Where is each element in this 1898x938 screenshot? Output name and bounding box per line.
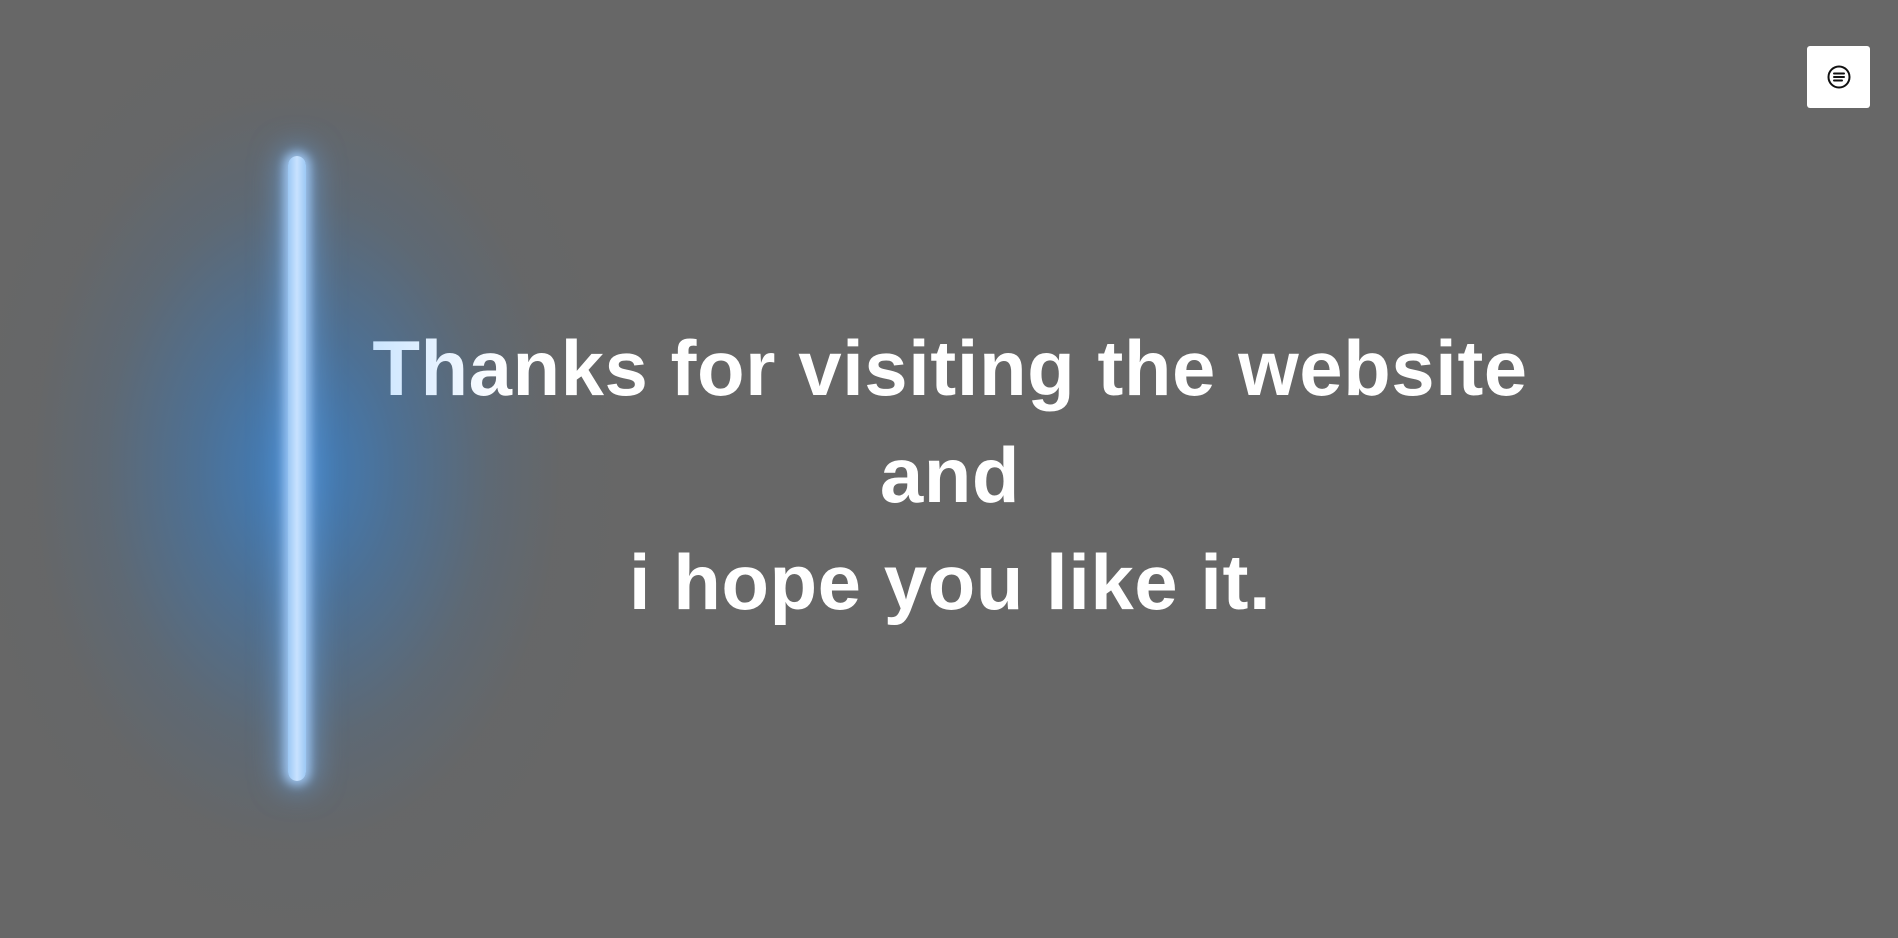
thank-you-message: Thanks for visiting the website and i ho… xyxy=(250,315,1650,636)
menu-button[interactable] xyxy=(1807,46,1870,108)
menu-lines-circle-icon xyxy=(1826,64,1852,90)
message-line-3: i hope you like it. xyxy=(628,538,1272,626)
message-line-2: and xyxy=(879,431,1021,519)
message-line-1: Thanks for visiting the website xyxy=(250,315,1650,422)
page-canvas: Thanks for visiting the website and i ho… xyxy=(0,0,1898,938)
